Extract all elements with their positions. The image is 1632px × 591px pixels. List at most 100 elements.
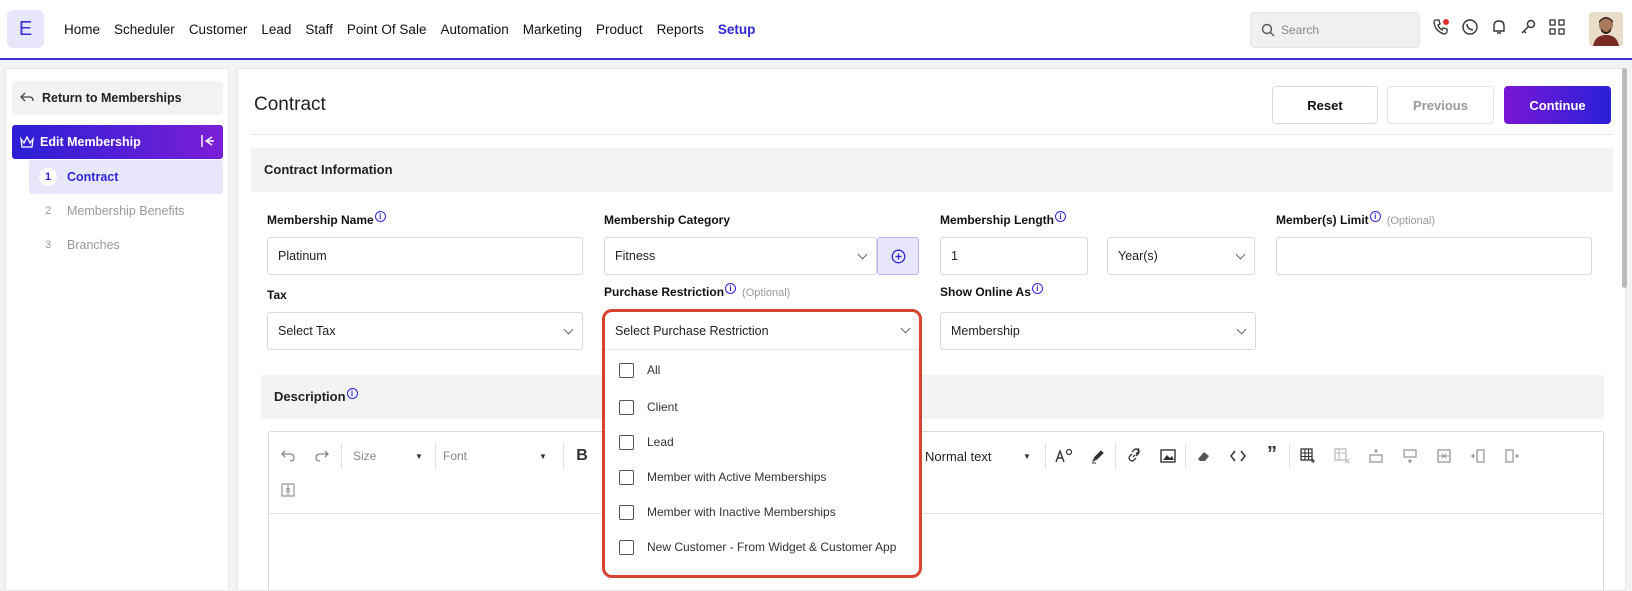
- info-icon[interactable]: i: [346, 388, 358, 399]
- checkbox[interactable]: [619, 539, 634, 555]
- length-unit-select[interactable]: Year(s): [1107, 237, 1255, 275]
- nav-point-of-sale[interactable]: Point Of Sale: [347, 22, 427, 37]
- checkbox[interactable]: [619, 434, 634, 450]
- crown-icon: [20, 136, 34, 148]
- highlight-icon[interactable]: [1089, 447, 1107, 465]
- page-title: Contract: [254, 94, 326, 115]
- eraser-icon[interactable]: [1195, 447, 1213, 465]
- purchase-restriction-trigger[interactable]: Select Purchase Restriction: [605, 312, 919, 350]
- search-input[interactable]: Search: [1250, 12, 1420, 48]
- delete-row-icon[interactable]: [1435, 447, 1453, 465]
- checkbox[interactable]: [619, 504, 634, 520]
- text-color-icon[interactable]: [1055, 447, 1073, 465]
- nav-marketing[interactable]: Marketing: [523, 22, 582, 37]
- return-to-memberships-button[interactable]: Return to Memberships: [12, 81, 223, 115]
- column-left-icon[interactable]: [1469, 447, 1487, 465]
- insert-table-icon[interactable]: [1299, 447, 1317, 465]
- membership-category-select[interactable]: Fitness: [604, 237, 877, 275]
- delete-column-icon[interactable]: [279, 481, 297, 499]
- purchase-restriction-label: Purchase Restriction i (Optional): [604, 283, 791, 299]
- member-limit-input[interactable]: [1276, 237, 1592, 275]
- step-membership-benefits[interactable]: 2 Membership Benefits: [29, 194, 223, 228]
- code-icon[interactable]: [1229, 447, 1247, 465]
- membership-length-input[interactable]: 1: [940, 237, 1088, 275]
- option-lead[interactable]: Lead: [619, 432, 674, 452]
- option-label: Lead: [647, 435, 674, 449]
- info-icon[interactable]: i: [1055, 211, 1067, 222]
- nav-scheduler[interactable]: Scheduler: [114, 22, 175, 37]
- info-icon[interactable]: i: [1369, 211, 1381, 222]
- bold-button[interactable]: B: [573, 447, 591, 465]
- image-icon[interactable]: [1159, 447, 1177, 465]
- nav-product[interactable]: Product: [596, 22, 643, 37]
- checkbox[interactable]: [619, 362, 634, 378]
- show-online-value: Membership: [951, 324, 1020, 338]
- collapse-sidebar-icon[interactable]: [201, 134, 215, 148]
- option-new-customer[interactable]: New Customer - From Widget & Customer Ap…: [619, 537, 896, 557]
- nav-home[interactable]: Home: [64, 22, 100, 37]
- back-arrow-icon: [20, 92, 34, 102]
- search-placeholder: Search: [1281, 23, 1320, 37]
- key-icon[interactable]: [1519, 18, 1537, 36]
- add-category-button[interactable]: [877, 237, 919, 275]
- font-size-select[interactable]: Size ▼: [353, 449, 423, 463]
- nav-automation[interactable]: Automation: [440, 22, 508, 37]
- phone-icon[interactable]: [1432, 18, 1450, 36]
- row-above-icon[interactable]: [1367, 447, 1385, 465]
- main-panel: Contract Reset Previous Continue Contrac…: [237, 68, 1626, 591]
- nav-lead[interactable]: Lead: [261, 22, 291, 37]
- toolbar-divider: [1115, 443, 1116, 469]
- step-contract[interactable]: 1 Contract: [29, 160, 223, 194]
- toolbar-divider: [435, 443, 436, 469]
- font-family-select[interactable]: Font ▼: [443, 449, 553, 463]
- scrollbar[interactable]: [1622, 68, 1627, 288]
- paragraph-style-label: Normal text: [925, 449, 992, 464]
- membership-name-input[interactable]: Platinum: [267, 237, 583, 275]
- rich-text-editor[interactable]: Size ▼ Font ▼ B Normal text ▼ ”: [268, 431, 1604, 591]
- nav-staff[interactable]: Staff: [305, 22, 333, 37]
- nav-setup[interactable]: Setup: [718, 22, 756, 37]
- info-icon[interactable]: i: [1031, 283, 1043, 294]
- option-label: Client: [647, 400, 678, 414]
- step-number: 3: [39, 236, 57, 254]
- bell-icon[interactable]: [1490, 18, 1508, 36]
- membership-name-value: Platinum: [278, 249, 327, 263]
- divider: [251, 134, 1614, 135]
- step-number: 2: [39, 202, 57, 220]
- option-active-members[interactable]: Member with Active Memberships: [619, 467, 826, 487]
- app-logo[interactable]: E: [7, 10, 44, 48]
- option-all[interactable]: All: [619, 360, 660, 380]
- step-branches[interactable]: 3 Branches: [29, 228, 223, 262]
- continue-button[interactable]: Continue: [1504, 86, 1611, 124]
- nav-customer[interactable]: Customer: [189, 22, 248, 37]
- checkbox[interactable]: [619, 469, 634, 485]
- column-right-icon[interactable]: [1503, 447, 1521, 465]
- apps-grid-icon[interactable]: [1548, 18, 1566, 36]
- link-icon[interactable]: [1125, 447, 1143, 465]
- tax-select[interactable]: Select Tax: [267, 312, 583, 350]
- user-avatar[interactable]: [1589, 12, 1623, 46]
- header-icons: [1432, 18, 1566, 36]
- whatsapp-icon[interactable]: [1461, 18, 1479, 36]
- paragraph-style-select[interactable]: Normal text ▼: [925, 449, 1035, 464]
- option-client[interactable]: Client: [619, 397, 678, 417]
- chevron-down-icon: [563, 324, 574, 335]
- info-icon[interactable]: i: [725, 283, 737, 294]
- row-below-icon[interactable]: [1401, 447, 1419, 465]
- undo-icon[interactable]: [279, 447, 297, 465]
- delete-table-icon[interactable]: [1333, 447, 1351, 465]
- redo-icon[interactable]: [313, 447, 331, 465]
- tax-label: Tax: [267, 288, 287, 302]
- toolbar-divider: [1185, 443, 1186, 469]
- info-icon[interactable]: i: [374, 211, 386, 222]
- quote-icon[interactable]: ”: [1263, 443, 1281, 465]
- reset-button[interactable]: Reset: [1272, 86, 1378, 124]
- show-online-select[interactable]: Membership: [940, 312, 1256, 350]
- previous-button[interactable]: Previous: [1387, 86, 1494, 124]
- chevron-down-icon: [1236, 324, 1247, 335]
- purchase-restriction-select[interactable]: Select Purchase Restriction All Client L…: [602, 309, 922, 578]
- checkbox[interactable]: [619, 399, 634, 415]
- option-inactive-members[interactable]: Member with Inactive Memberships: [619, 502, 836, 522]
- nav-reports[interactable]: Reports: [657, 22, 704, 37]
- chevron-down-icon: [1235, 249, 1246, 260]
